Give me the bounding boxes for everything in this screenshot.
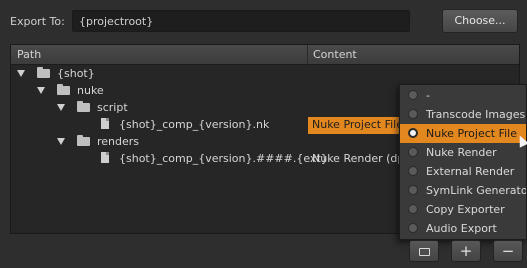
remove-button[interactable]: −	[493, 240, 523, 262]
menu-item-label: Audio Export	[426, 222, 497, 235]
menu-item-nuke-render[interactable]: Nuke Render	[400, 143, 526, 162]
menu-item-symlink-generator[interactable]: SymLink Generator	[400, 181, 527, 200]
menu-item-label: External Render	[426, 165, 515, 178]
menu-item-label: Transcode Images	[426, 108, 526, 121]
file-icon	[101, 152, 109, 163]
export-structure-panel: Export To: {projectroot} Choose... Path …	[0, 0, 527, 268]
tree-row-label: nuke	[77, 84, 104, 97]
menu-item-nuke-project-file[interactable]: Nuke Project File	[400, 124, 526, 143]
menu-item-audio-export[interactable]: Audio Export	[400, 219, 526, 238]
menu-item-label: SymLink Generator	[426, 184, 527, 197]
tree-row-label: {shot}	[57, 67, 95, 80]
radio-icon	[408, 109, 418, 119]
content-type-menu[interactable]: - Transcode Images Nuke Project File Nuk…	[399, 84, 527, 240]
tree-row-label: {shot}_comp_{version}.####.{ext}	[119, 152, 328, 165]
folder-icon	[419, 248, 430, 256]
tree-row-label: renders	[97, 135, 140, 148]
radio-icon	[408, 166, 418, 176]
radio-icon	[408, 223, 418, 233]
radio-icon	[408, 185, 418, 195]
menu-item-transcode-images[interactable]: Transcode Images	[400, 105, 526, 124]
folder-icon	[37, 67, 50, 78]
tree-header: Path Content	[11, 45, 519, 65]
menu-item-label: -	[426, 89, 430, 102]
menu-item-label: Nuke Render	[426, 146, 497, 159]
expand-arrow-icon[interactable]	[17, 70, 25, 77]
content-cell[interactable]: Nuke Project File	[308, 117, 408, 134]
radio-icon	[408, 147, 418, 157]
folder-icon	[77, 135, 90, 146]
add-folder-button[interactable]	[409, 240, 439, 262]
menu-item-label: Copy Exporter	[426, 203, 505, 216]
tree-row[interactable]: {shot}	[11, 66, 519, 83]
expand-arrow-icon[interactable]	[57, 138, 65, 145]
radio-icon	[408, 204, 418, 214]
content-cell[interactable]: Nuke Render (dp	[308, 151, 408, 168]
folder-icon	[77, 101, 90, 112]
menu-item-external-render[interactable]: External Render	[400, 162, 526, 181]
content-column-header[interactable]: Content	[313, 48, 357, 61]
tree-row-label: script	[97, 101, 128, 114]
tree-row-label: {shot}_comp_{version}.nk	[119, 118, 270, 131]
add-button[interactable]: +	[451, 240, 481, 262]
path-column-header[interactable]: Path	[17, 48, 41, 61]
file-icon	[101, 118, 109, 129]
export-to-label: Export To:	[10, 15, 65, 28]
radio-icon	[408, 90, 418, 100]
column-divider[interactable]	[307, 45, 308, 65]
folder-icon	[57, 84, 70, 95]
expand-arrow-icon[interactable]	[37, 87, 45, 94]
expand-arrow-icon[interactable]	[57, 104, 65, 111]
radio-selected-icon	[408, 128, 418, 138]
menu-item-label: Nuke Project File	[426, 127, 517, 140]
menu-item-copy-exporter[interactable]: Copy Exporter	[400, 200, 526, 219]
choose-button[interactable]: Choose...	[442, 9, 518, 33]
menu-item-none[interactable]: -	[400, 86, 526, 105]
export-path-field[interactable]: {projectroot}	[72, 10, 410, 32]
